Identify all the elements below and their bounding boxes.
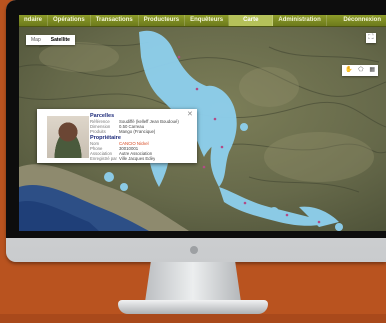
nav-item-operations[interactable]: Opérations [48,15,91,26]
parcel-info-window: ✕ Parcelles Référence Soudiffé (kelleff J… [37,109,197,163]
info-row: Enregistré par Ville Jacques Edèy [90,156,156,162]
nav-item-producers[interactable]: Producteurs [139,15,186,26]
logout-link[interactable]: Déconnexion [338,15,386,26]
grid-icon[interactable]: ▦ [369,65,375,76]
top-navigation: ndaire Opérations Transactions Producteu… [19,15,386,27]
map-type-map-button[interactable]: Map [26,35,46,45]
close-icon[interactable]: ✕ [187,111,193,118]
monitor-stand-foot [118,300,268,314]
screen: ndaire Opérations Transactions Producteu… [19,15,386,231]
pan-hand-icon[interactable]: ✋ [345,65,352,76]
map-type-satellite-button[interactable]: Satellite [46,35,75,45]
satellite-map[interactable]: Map Satellite ⛶ ✋ ⬠ ▦ ✕ Parcelles Référe… [19,27,386,231]
monitor-stand-neck [145,262,241,302]
polygon-draw-icon[interactable]: ⬠ [358,65,363,76]
nav-item-map[interactable]: Carte [229,15,274,26]
fullscreen-icon[interactable]: ⛶ [366,33,376,43]
owner-photo [47,116,89,158]
nav-item-transactions[interactable]: Transactions [91,15,139,26]
nav-item-surveyors[interactable]: Enquêteurs [185,15,230,26]
drawing-tools: ✋ ⬠ ▦ [342,65,378,76]
nav-item-dashboard[interactable]: ndaire [19,15,49,26]
map-type-control: Map Satellite [26,35,75,45]
desk-edge [0,314,386,323]
info-content: Parcelles Référence Soudiffé (kelleff Jea… [90,113,186,161]
nav-item-administration[interactable]: Administration [273,15,327,26]
monitor-logo [190,246,198,254]
